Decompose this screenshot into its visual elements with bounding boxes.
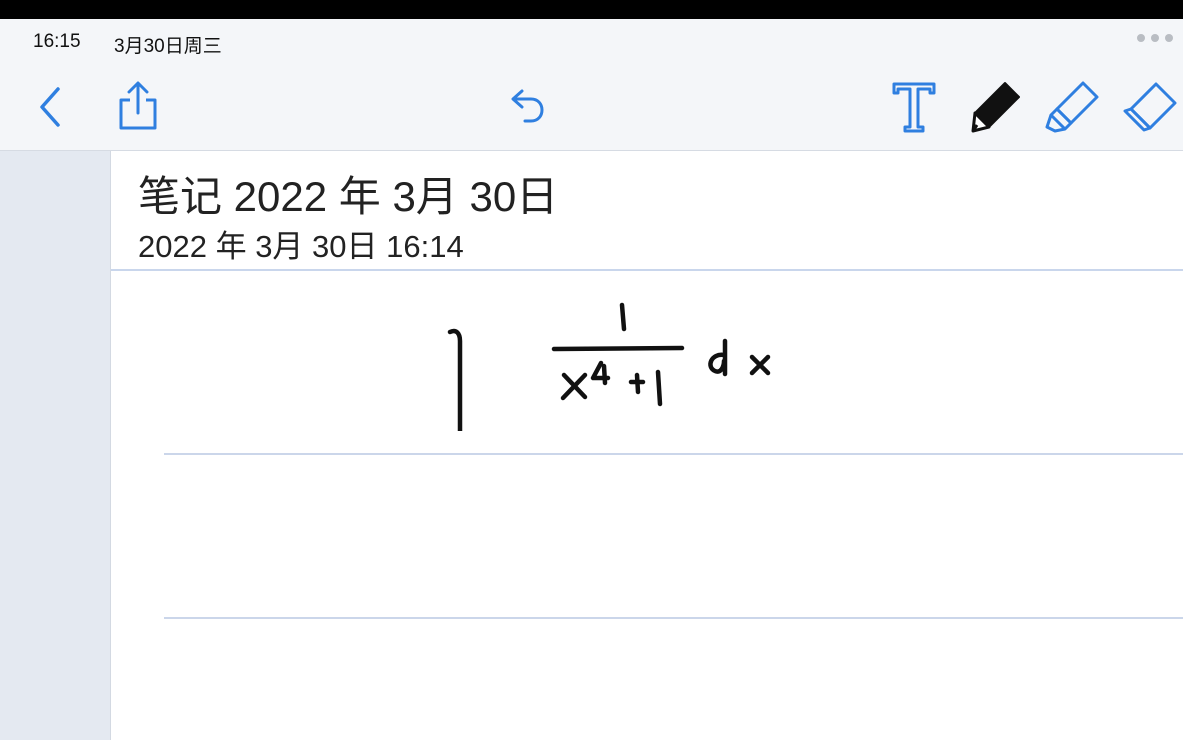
note-created-date: 2022 年 3月 30日 16:14 [138, 229, 464, 264]
handwritten-integral [447, 302, 771, 431]
toolbar [0, 65, 1183, 149]
status-bar: 16:15 3月30日周三 [0, 19, 1183, 65]
share-icon[interactable] [117, 80, 159, 132]
pen-tool-icon[interactable] [969, 79, 1023, 135]
back-chevron-icon[interactable] [36, 85, 66, 129]
undo-icon[interactable] [505, 85, 547, 127]
text-tool-icon[interactable] [891, 81, 937, 133]
ellipsis-icon[interactable] [1137, 34, 1173, 42]
note-header: 笔记 2022 年 3月 30日 2022 年 3月 30日 16:14 [111, 151, 1183, 271]
note-title[interactable]: 笔记 2022 年 3月 30日 [138, 163, 558, 224]
page-sidebar [0, 151, 111, 740]
status-date: 3月30日周三 [114, 36, 222, 57]
ruled-line [164, 453, 1183, 455]
eraser-tool-icon[interactable] [1122, 81, 1178, 133]
status-time: 16:15 [33, 31, 81, 52]
note-page[interactable]: 笔记 2022 年 3月 30日 2022 年 3月 30日 16:14 [111, 151, 1183, 740]
highlighter-tool-icon[interactable] [1045, 79, 1101, 135]
ruled-line [164, 617, 1183, 619]
notes-app: 16:15 3月30日周三 笔记 2022 年 3月 30日 2022 年 3月… [0, 19, 1183, 740]
